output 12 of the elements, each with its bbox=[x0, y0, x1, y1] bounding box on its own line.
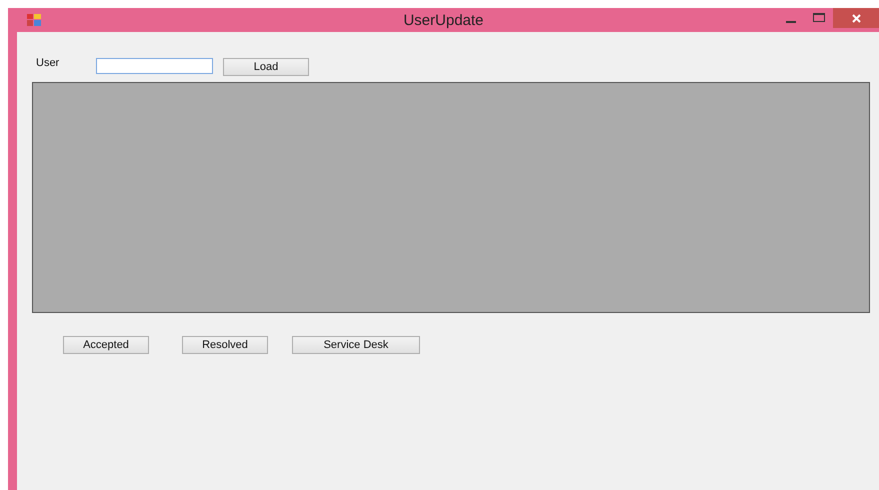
close-button[interactable] bbox=[833, 8, 879, 28]
window-title: UserUpdate bbox=[402, 12, 485, 28]
action-button[interactable]: Resolved bbox=[182, 336, 268, 354]
action-button[interactable]: Service Desk bbox=[292, 336, 420, 354]
app-icon bbox=[27, 14, 41, 26]
maximize-icon bbox=[813, 13, 825, 23]
user-label: User bbox=[36, 57, 60, 69]
close-icon bbox=[852, 14, 860, 22]
action-button[interactable]: Accepted bbox=[63, 336, 149, 354]
user-input[interactable] bbox=[96, 58, 213, 74]
minimize-icon bbox=[786, 20, 796, 22]
load-button[interactable]: Load bbox=[223, 58, 309, 76]
